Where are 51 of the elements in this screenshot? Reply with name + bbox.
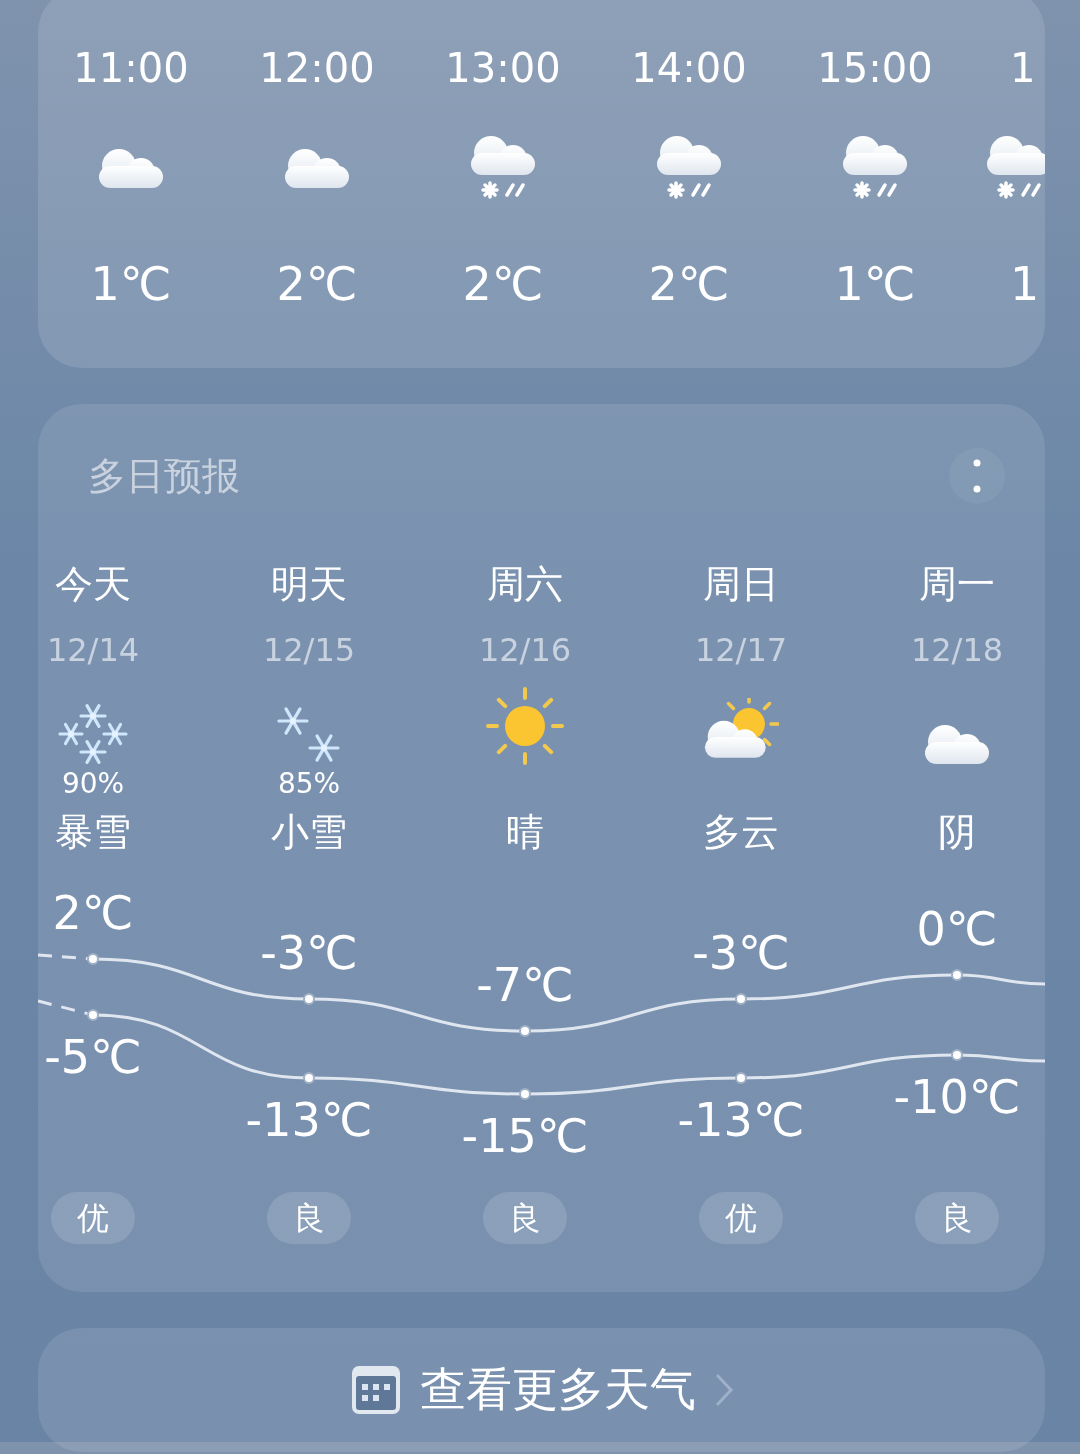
air-quality-badge: 良 [483, 1192, 567, 1244]
day-name: 明天 [271, 561, 347, 608]
high-temperature: -7℃ [476, 958, 574, 1012]
calendar-icon [349, 1364, 402, 1416]
more-weather-button[interactable]: 查看更多天气 [38, 1328, 1045, 1452]
weather-condition: 阴 [938, 809, 976, 856]
sun-icon [485, 686, 565, 766]
day-name: 今天 [55, 561, 131, 608]
weather-condition: 小雪 [271, 809, 347, 856]
low-temperature: -10℃ [893, 1070, 1021, 1124]
precipitation-chance: 90% [61, 767, 125, 800]
high-temperature: 2℃ [52, 886, 134, 940]
hour-time: 13:00 [445, 44, 561, 92]
air-quality-badge: 良 [915, 1192, 999, 1244]
day-date: 12/16 [478, 630, 572, 670]
high-temperature: -3℃ [260, 926, 358, 980]
weather-condition: 多云 [703, 809, 779, 856]
day-date: 12/15 [262, 630, 356, 670]
day-date: 12/14 [46, 630, 140, 670]
hour-temperature: 1℃ [90, 256, 172, 312]
day-date: 12/18 [910, 630, 1004, 670]
hour-temperature: 1 [1010, 256, 1040, 312]
day-date: 12/17 [694, 630, 788, 670]
low-temperature: -13℃ [245, 1093, 373, 1147]
air-quality-badge: 优 [51, 1192, 135, 1244]
hour-temperature: 2℃ [648, 256, 730, 312]
snowflakes-icon [57, 702, 129, 766]
low-temperature: -5℃ [44, 1030, 142, 1084]
hour-time: 15:00 [817, 44, 933, 92]
high-temperature: -3℃ [692, 926, 790, 980]
precipitation-chance: 85% [277, 767, 341, 800]
weather-condition: 晴 [506, 809, 544, 856]
hour-time: 11:00 [73, 44, 189, 92]
air-quality-badge: 优 [699, 1192, 783, 1244]
weather-condition: 暴雪 [55, 809, 131, 856]
air-quality-badge: 良 [267, 1192, 351, 1244]
high-temperature: 0℃ [916, 902, 998, 956]
hour-temperature: 2℃ [276, 256, 358, 312]
hour-time: 12:00 [259, 44, 375, 92]
day-name: 周六 [487, 561, 563, 608]
day-name: 周日 [703, 561, 779, 608]
low-temperature: -13℃ [677, 1093, 805, 1147]
low-temperature: -15℃ [461, 1109, 589, 1163]
section-title: 多日预报 [88, 452, 240, 500]
chevron-right-icon [713, 1372, 734, 1408]
hour-time: 14:00 [631, 44, 747, 92]
day-name: 周一 [919, 561, 995, 608]
hour-temperature: 1℃ [834, 256, 916, 312]
hour-temperature: 2℃ [462, 256, 544, 312]
more-vertical-icon [973, 459, 981, 493]
hour-time: 1 [1010, 44, 1036, 92]
